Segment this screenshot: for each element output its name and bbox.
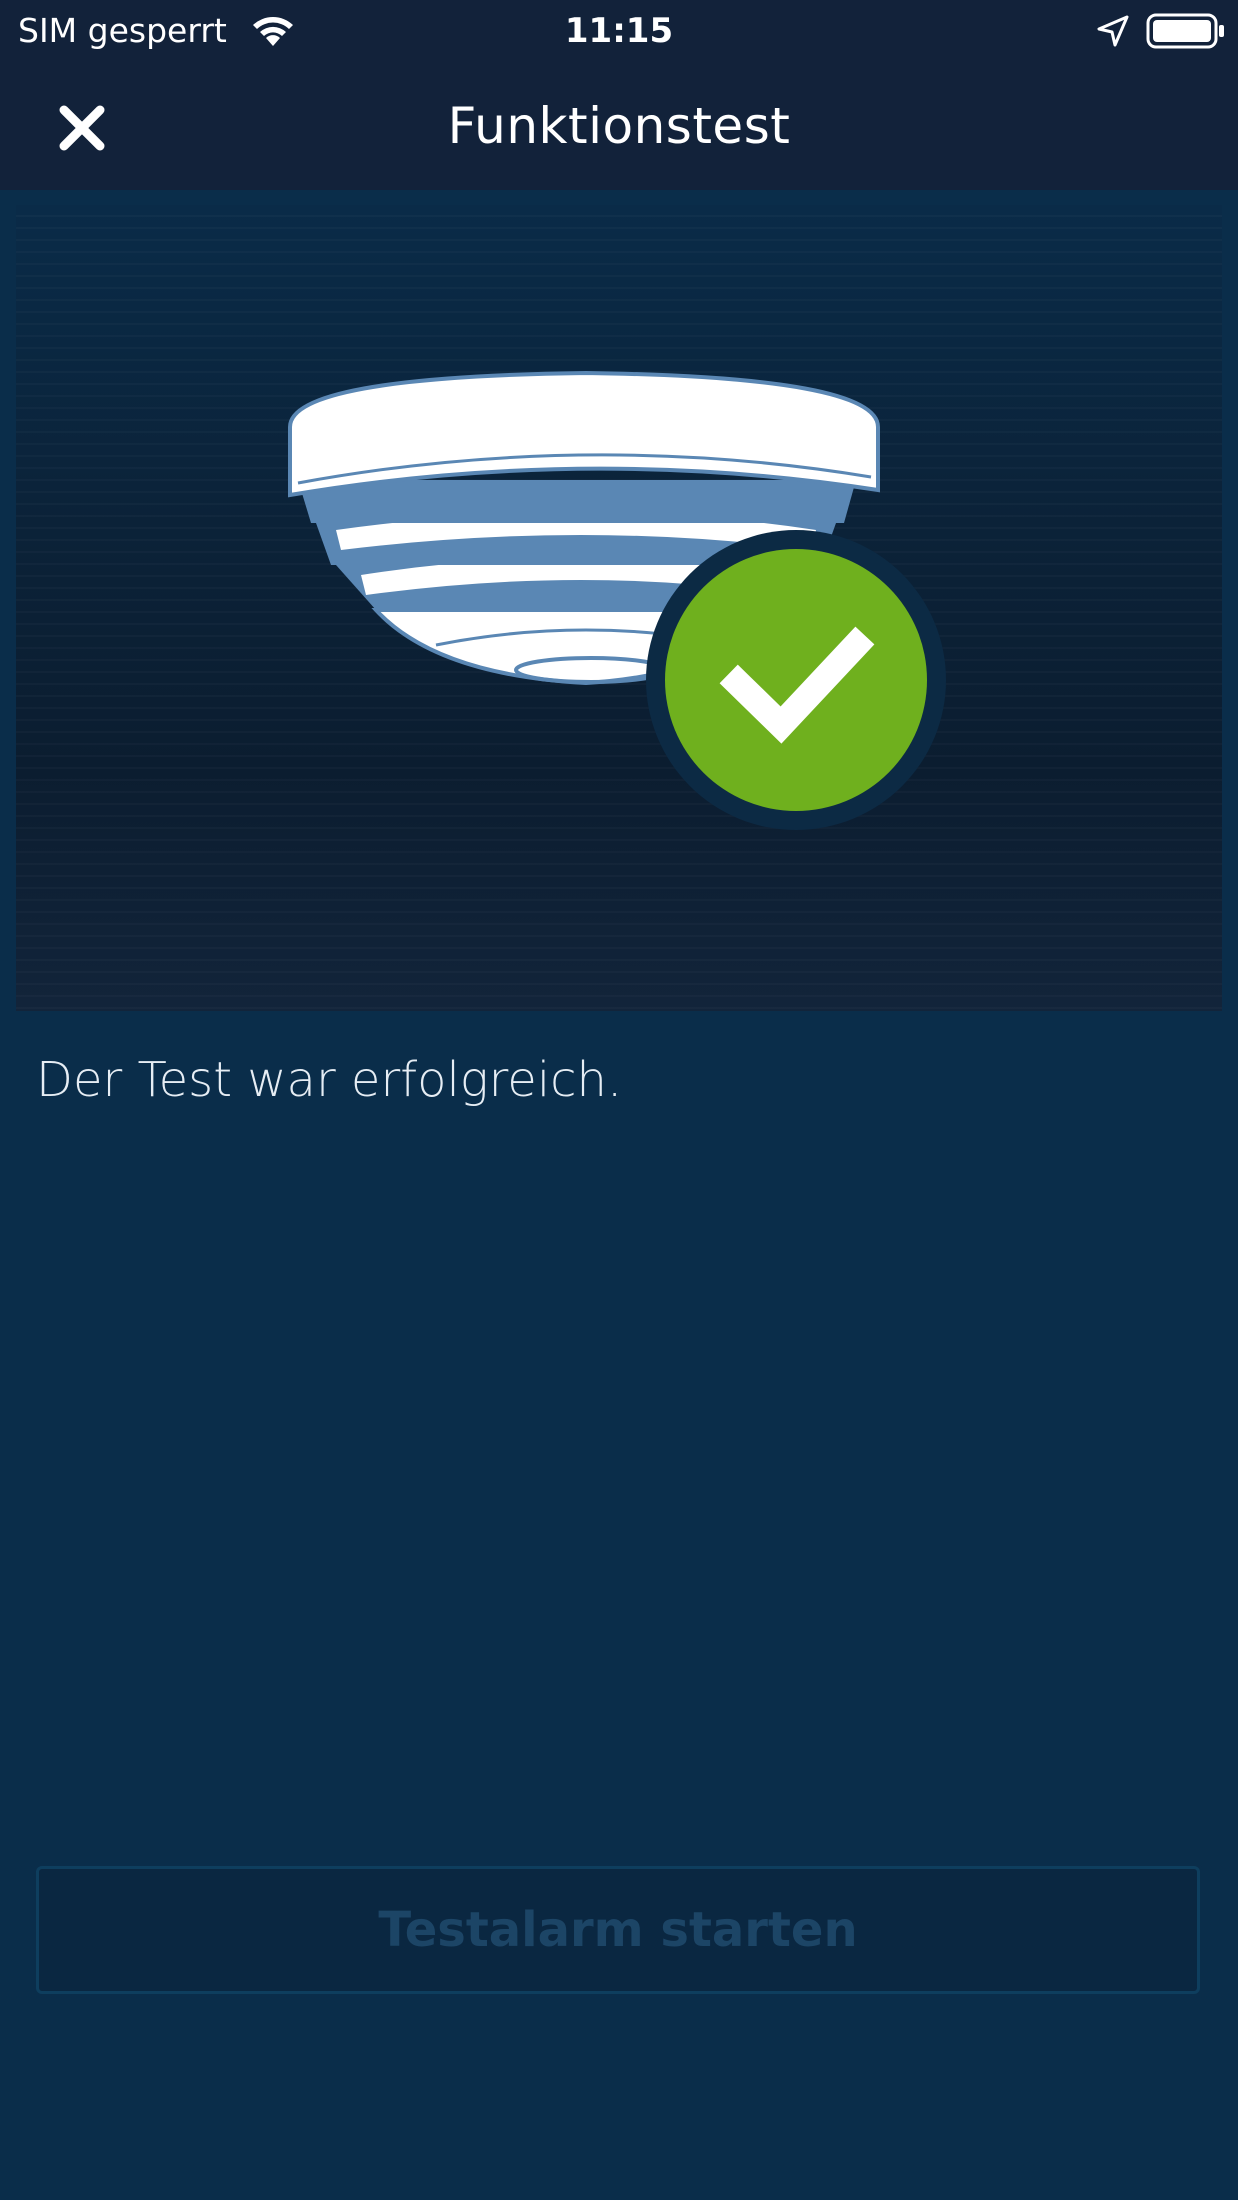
close-button[interactable]: [46, 92, 118, 164]
page-title: Funktionstest: [447, 97, 791, 155]
battery-icon: [1146, 12, 1226, 50]
result-message: Der Test war erfolgreich.: [36, 1052, 623, 1108]
test-illustration: [16, 205, 1222, 1011]
location-arrow-icon: [1096, 14, 1130, 48]
navigation-bar: Funktionstest: [0, 62, 1238, 190]
start-test-alarm-button[interactable]: Testalarm starten: [36, 1866, 1200, 1994]
status-bar: SIM gesperrt 11:15: [0, 0, 1238, 62]
checkmark-icon: [646, 530, 946, 830]
smoke-detector-illustration: [288, 370, 946, 830]
status-time: 11:15: [564, 11, 674, 51]
close-icon: [59, 105, 105, 151]
